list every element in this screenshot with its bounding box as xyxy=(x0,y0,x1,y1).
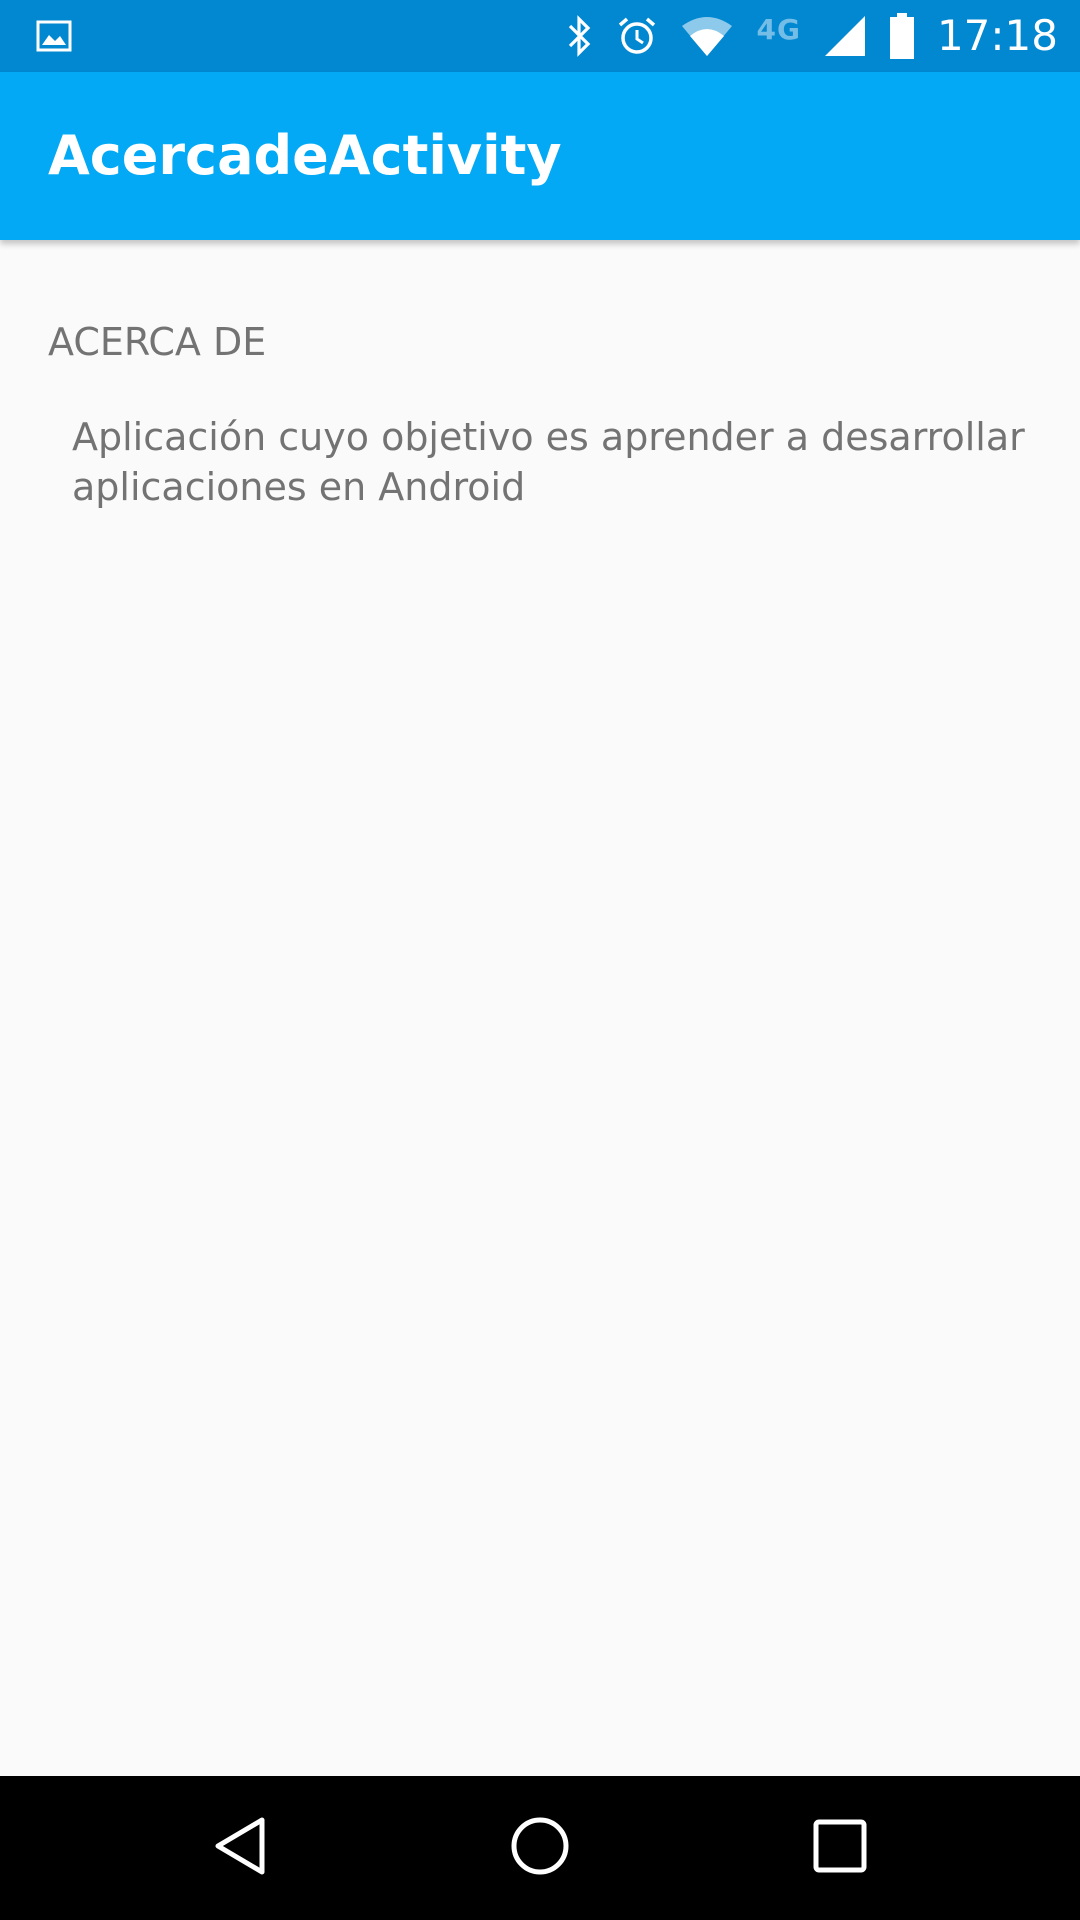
recents-icon xyxy=(813,1819,867,1877)
status-time: 17:18 xyxy=(936,11,1058,60)
navigation-bar xyxy=(0,1776,1080,1920)
recents-button[interactable] xyxy=(768,1776,912,1920)
signal-icon xyxy=(823,14,867,58)
main-content: ACERCA DE Aplicación cuyo objetivo es ap… xyxy=(0,240,1080,1776)
app-title: AcercadeActivity xyxy=(48,124,562,187)
home-button[interactable] xyxy=(468,1776,612,1920)
status-icons: 4G 17:18 xyxy=(564,0,1058,72)
section-body: Aplicación cuyo objetivo es aprender a d… xyxy=(72,415,1025,509)
status-bar: 4G 17:18 xyxy=(0,0,1080,72)
section-header: ACERCA DE xyxy=(48,320,267,364)
home-icon xyxy=(510,1816,570,1880)
bluetooth-icon xyxy=(564,14,594,58)
network-type-label: 4G xyxy=(756,12,801,46)
alarm-icon xyxy=(616,15,658,57)
screen: 4G 17:18 AcercadeActivity ACERCA DE Apli… xyxy=(0,0,1080,1920)
back-button[interactable] xyxy=(168,1776,312,1920)
back-icon xyxy=(212,1816,268,1880)
image-notification-icon xyxy=(36,18,72,54)
app-bar: AcercadeActivity xyxy=(0,72,1080,240)
wifi-icon xyxy=(680,14,734,58)
battery-icon xyxy=(889,13,915,59)
